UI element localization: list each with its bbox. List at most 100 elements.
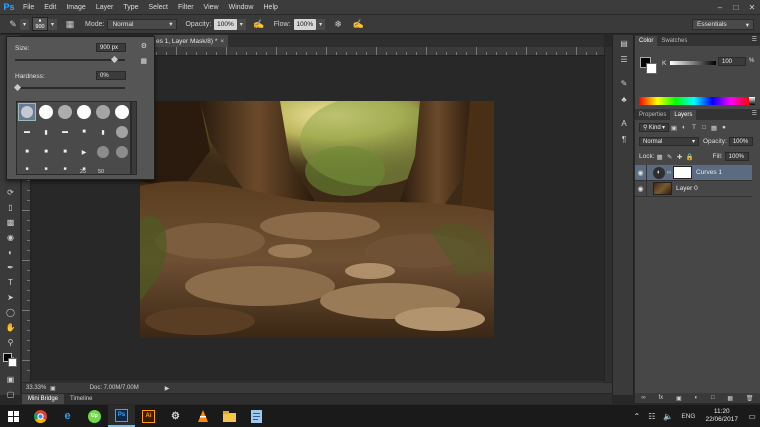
menu-filter[interactable]: Filter bbox=[173, 4, 199, 11]
vertical-scrollbar[interactable] bbox=[604, 47, 612, 382]
layer-name[interactable]: Layer 0 bbox=[676, 185, 698, 192]
brush-panel-toggle-icon[interactable]: ▦ bbox=[63, 17, 77, 31]
panel-menu-icon[interactable]: ☰ bbox=[752, 36, 757, 43]
language-indicator[interactable]: ENG bbox=[677, 413, 699, 420]
tab-mini-bridge[interactable]: Mini Bridge bbox=[22, 394, 65, 404]
brush-preset-item[interactable] bbox=[94, 103, 112, 121]
pen-icon[interactable]: ✒ bbox=[0, 260, 21, 275]
layer-row-layer0[interactable]: ◉ Layer 0 bbox=[635, 180, 752, 197]
taskbar-vlc[interactable] bbox=[189, 405, 216, 427]
brush-preset-item[interactable] bbox=[56, 103, 74, 121]
new-group-icon[interactable]: □ bbox=[711, 395, 715, 401]
add-mask-icon[interactable]: ▣ bbox=[676, 395, 682, 402]
brush-preset-item[interactable]: ■ bbox=[18, 143, 36, 161]
brush-preset-item[interactable]: ▶ bbox=[75, 143, 93, 161]
flow-field[interactable]: 100% bbox=[293, 18, 317, 30]
brush-preset-item[interactable]: ■ bbox=[37, 160, 55, 174]
brush-preset-item[interactable]: ■ bbox=[37, 143, 55, 161]
fill-field[interactable]: 100% bbox=[724, 152, 749, 161]
menu-select[interactable]: Select bbox=[144, 4, 173, 11]
blur-icon[interactable]: ◉ bbox=[0, 230, 21, 245]
brush-preset-item[interactable]: ▮ bbox=[37, 123, 55, 141]
brush-preset-item[interactable] bbox=[113, 143, 130, 161]
visibility-eye-icon[interactable]: ◉ bbox=[635, 164, 647, 181]
properties-icon[interactable]: ☰ bbox=[613, 51, 635, 67]
visibility-eye-icon[interactable]: ◉ bbox=[635, 180, 647, 197]
type-icon[interactable]: T bbox=[0, 275, 21, 290]
k-channel-slider[interactable] bbox=[670, 61, 716, 65]
menu-layer[interactable]: Layer bbox=[91, 4, 119, 11]
start-button[interactable] bbox=[0, 405, 27, 427]
taskbar-steam[interactable]: ⚙ bbox=[162, 405, 189, 427]
taskbar-upwork[interactable]: Up bbox=[81, 405, 108, 427]
menu-file[interactable]: File bbox=[18, 4, 39, 11]
wifi-icon[interactable]: ☷ bbox=[644, 412, 659, 421]
hardness-field[interactable]: 0% bbox=[96, 71, 126, 80]
taskbar-photoshop[interactable]: Ps bbox=[108, 405, 135, 427]
brush-preset-scrollbar[interactable] bbox=[131, 101, 137, 175]
menu-type[interactable]: Type bbox=[118, 4, 143, 11]
close-icon[interactable]: × bbox=[220, 38, 224, 45]
minimize-icon[interactable]: – bbox=[712, 0, 728, 14]
path-selection-icon[interactable]: ➤ bbox=[0, 290, 21, 305]
volume-icon[interactable]: 🔈 bbox=[659, 412, 677, 421]
new-preset-icon[interactable]: ▦ bbox=[140, 57, 147, 65]
filter-adjustment-icon[interactable]: ◐ bbox=[679, 123, 689, 132]
k-channel-field[interactable]: 100 bbox=[718, 57, 746, 66]
taskbar-illustrator[interactable]: Ai bbox=[135, 405, 162, 427]
tab-timeline[interactable]: Timeline bbox=[64, 394, 98, 404]
brush-preset-item[interactable] bbox=[75, 103, 93, 121]
ellipse-icon[interactable]: ◯ bbox=[0, 305, 21, 320]
forest-roots-photo[interactable] bbox=[140, 101, 494, 338]
layer-mask-thumbnail[interactable] bbox=[673, 166, 692, 179]
fx-icon[interactable]: fx bbox=[659, 395, 664, 401]
brush-preset-item[interactable]: ■ bbox=[56, 160, 74, 174]
brush-preset-item[interactable] bbox=[37, 103, 55, 121]
filter-shape-icon[interactable]: □ bbox=[699, 123, 709, 132]
lock-position-icon[interactable]: ✚ bbox=[675, 152, 685, 161]
color-background-swatch[interactable] bbox=[646, 63, 657, 74]
brush-preset-item[interactable]: ▬ bbox=[18, 123, 36, 141]
tab-properties[interactable]: Properties bbox=[635, 110, 670, 120]
brush-size-field[interactable]: 900 px bbox=[96, 43, 126, 52]
color-spectrum[interactable] bbox=[639, 97, 749, 105]
brush-preset-item[interactable] bbox=[113, 123, 130, 141]
background-color-swatch[interactable] bbox=[8, 358, 17, 367]
layer-opacity-field[interactable]: 100% bbox=[728, 137, 753, 146]
tab-color[interactable]: Color bbox=[635, 36, 658, 46]
paragraph-icon[interactable]: ¶ bbox=[613, 131, 635, 147]
link-layers-icon[interactable]: ∞ bbox=[641, 395, 645, 401]
filter-toggle-icon[interactable]: ● bbox=[719, 123, 729, 132]
tab-swatches[interactable]: Swatches bbox=[657, 36, 691, 46]
brush-preset-item[interactable]: ■ bbox=[56, 143, 74, 161]
quick-mask-icon[interactable]: ▣ bbox=[0, 372, 21, 387]
brush-size-slider[interactable] bbox=[15, 55, 125, 64]
workspace-select[interactable]: Essentials ▾ bbox=[692, 19, 754, 30]
clone-source-icon[interactable]: ♣ bbox=[613, 91, 635, 107]
clock[interactable]: 11:20 22/06/2017 bbox=[699, 408, 744, 424]
zoom-level[interactable]: 33.33% bbox=[26, 385, 50, 391]
delete-layer-icon[interactable]: 🗑 bbox=[746, 395, 754, 402]
taskbar-notepad[interactable] bbox=[243, 405, 270, 427]
mode-select[interactable]: Normal ▾ bbox=[107, 18, 178, 30]
brush-panel-icon[interactable]: ✎ bbox=[613, 75, 635, 91]
layer-row-curves[interactable]: ◉ ◐ ∞ Curves 1 bbox=[635, 164, 752, 181]
status-menu-icon[interactable]: ▶ bbox=[165, 385, 170, 392]
filter-smart-object-icon[interactable]: ▦ bbox=[709, 123, 719, 132]
mask-link-icon[interactable]: ∞ bbox=[665, 167, 673, 179]
lock-pixels-icon[interactable]: ✎ bbox=[665, 152, 675, 161]
opacity-field[interactable]: 100% bbox=[214, 18, 237, 30]
close-icon[interactable]: ✕ bbox=[744, 0, 760, 14]
brush-preset-item[interactable] bbox=[113, 103, 130, 121]
menu-window[interactable]: Window bbox=[224, 4, 259, 11]
brush-tool-icon[interactable]: ✎ bbox=[6, 17, 20, 31]
brush-preset-picker[interactable]: ● 900 bbox=[32, 17, 48, 31]
layer-name[interactable]: Curves 1 bbox=[696, 169, 722, 176]
pressure-size-icon[interactable]: ✍ bbox=[351, 17, 365, 31]
menu-view[interactable]: View bbox=[199, 4, 224, 11]
history-icon[interactable]: ▤ bbox=[613, 35, 635, 51]
new-adjustment-icon[interactable]: ◐ bbox=[695, 395, 699, 401]
taskbar-chrome[interactable] bbox=[27, 405, 54, 427]
history-brush-icon[interactable]: ⟳ bbox=[0, 185, 21, 200]
zoom-icon[interactable]: ⚲ bbox=[0, 335, 21, 350]
